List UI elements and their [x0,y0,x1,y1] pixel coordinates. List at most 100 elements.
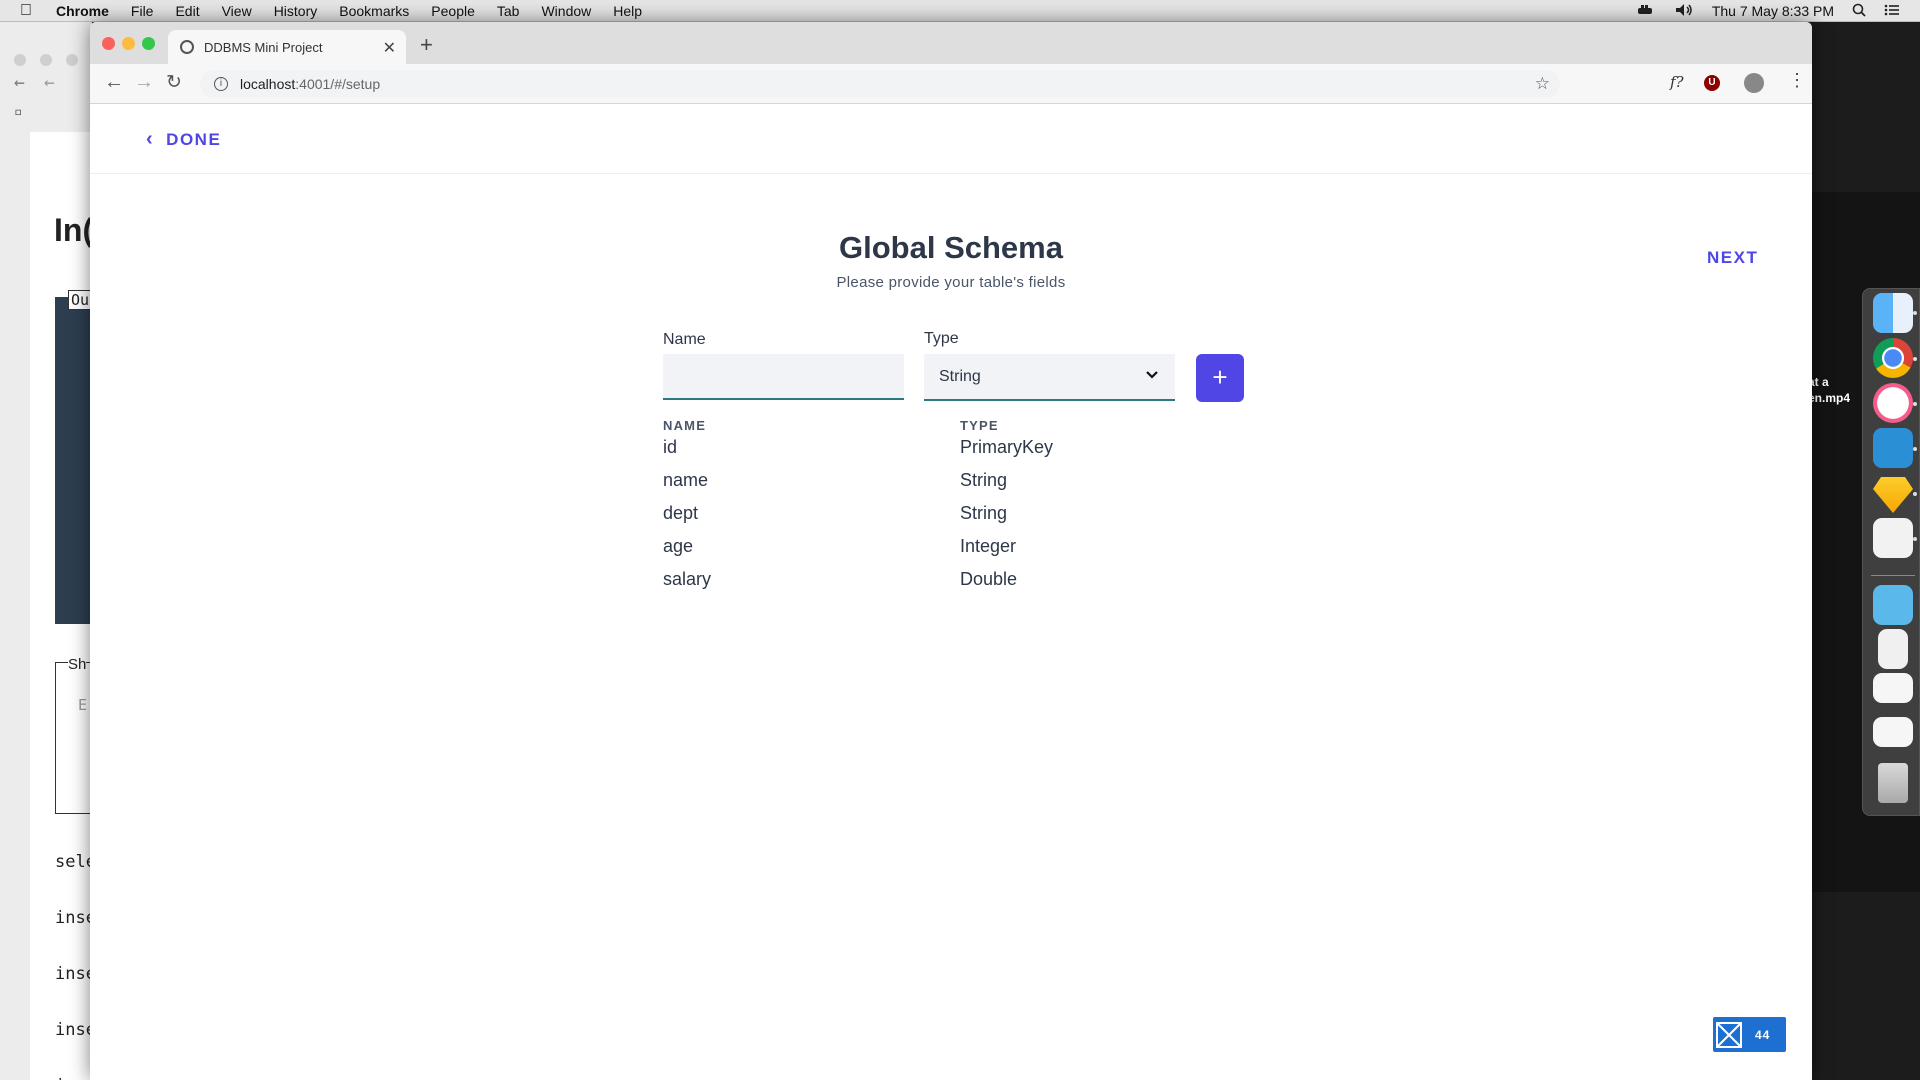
bg-window-zoom-button[interactable] [66,54,78,66]
trash-icon[interactable] [1878,763,1908,803]
type-select[interactable]: String [924,354,1175,401]
column-header-name: NAME [663,418,707,433]
menubar-clock[interactable]: Thu 7 May 8:33 PM [1712,3,1834,19]
new-tab-button[interactable]: + [420,32,433,58]
table-row: salary Double [663,569,1163,602]
menu-help[interactable]: Help [613,3,642,19]
tab-active[interactable]: DDBMS Mini Project ✕ [168,30,406,64]
badge-count: 44 [1755,1027,1771,1042]
zoom-window-button[interactable] [142,37,155,50]
menu-people[interactable]: People [431,3,475,19]
menu-history[interactable]: History [274,3,318,19]
field-name-cell: name [663,470,709,490]
table-row: name String [663,470,1163,503]
sketch-icon[interactable] [1873,477,1913,513]
field-type-cell: String [960,470,1008,490]
field-type-cell: Integer [960,536,1017,556]
field-type-cell: Double [960,569,1018,589]
column-header-type: TYPE [960,418,999,433]
apple-menu-icon[interactable]:  [20,2,38,20]
vscode-icon[interactable] [1873,428,1913,468]
field-name-cell: id [663,437,678,457]
desktop-file-label[interactable]: at a en.mp4 [1808,374,1850,406]
tab-title: DDBMS Mini Project [204,39,323,55]
running-indicator [1913,357,1917,361]
menu-window[interactable]: Window [541,3,591,19]
favicon-icon [180,40,194,54]
chevron-left-icon: ‹ [146,128,155,150]
spotlight-search-icon[interactable] [1852,3,1866,20]
running-indicator [1913,402,1917,406]
running-indicator [1913,537,1917,541]
bg-box-label-output: Ou [68,290,93,310]
menu-bookmarks[interactable]: Bookmarks [339,3,409,19]
menu-app-name[interactable]: Chrome [56,3,109,19]
type-field-label: Type [924,330,959,347]
reload-icon[interactable]: ↻ [166,71,182,94]
finder-icon[interactable] [1873,293,1913,333]
dock-separator [1871,575,1915,576]
chrome-icon[interactable] [1873,338,1913,378]
table-row: age Integer [663,536,1163,569]
url-host: localhost [240,76,296,92]
badge-logo-icon [1713,1017,1745,1052]
ublock-extension-icon[interactable]: U [1704,75,1720,91]
field-name-cell: dept [663,503,699,523]
name-input[interactable] [663,354,904,400]
forward-arrow-icon[interactable]: → [134,71,154,94]
bookmark-star-icon[interactable]: ☆ [1535,74,1550,94]
running-indicator [1913,311,1917,315]
field-name-cell: age [663,536,694,556]
macos-menu-bar:  Chrome File Edit View History Bookmark… [0,0,1920,22]
done-button[interactable]: ‹ DONE [146,128,221,151]
tab-close-icon[interactable]: ✕ [383,38,396,58]
page-subtitle: Please provide your table's fields [836,274,1066,291]
field-type-cell: String [960,503,1008,523]
sketch-file-icon[interactable] [1873,673,1913,703]
bg-box [55,662,95,814]
background-chrome-window: ← ← ▫ In( Ou Sh E sele inse inse inse in… [0,22,96,1080]
menu-file[interactable]: File [131,3,154,19]
field-type-cell: PrimaryKey [960,437,1054,457]
bg-back-arrow-icon[interactable]: ← [14,72,25,93]
bg-box-placeholder: E [78,696,88,714]
minimize-window-button[interactable] [122,37,135,50]
itunes-icon[interactable] [1873,383,1913,423]
url-path: :4001/#/setup [295,76,381,92]
menu-view[interactable]: View [222,3,252,19]
formula-extension-icon[interactable]: f? [1670,73,1684,91]
running-indicator [1913,492,1917,496]
menubar-status-area: Thu 7 May 8:33 PM [1636,0,1900,22]
bg-window-minimize-button[interactable] [40,54,52,66]
document-stack-icon[interactable] [1878,629,1908,669]
docker-icon[interactable] [1636,3,1656,20]
add-field-button[interactable]: + [1196,354,1244,402]
address-bar[interactable]: i localhost :4001/#/setup ☆ [200,70,1560,98]
page-header: ‹ DONE [90,104,1812,174]
name-field-label: Name [663,331,706,348]
downloads-folder-icon[interactable] [1873,585,1913,625]
back-arrow-icon[interactable]: ← [104,71,124,94]
chrome-menu-icon[interactable]: ⋮ [1788,70,1806,91]
sketch-file-icon[interactable] [1873,717,1913,747]
desktop-file-label-line2: en.mp4 [1808,391,1851,405]
table-row: dept String [663,503,1163,536]
menu-edit[interactable]: Edit [175,3,199,19]
profile-avatar-icon[interactable] [1744,73,1764,93]
overlay-badge[interactable]: 44 [1713,1017,1786,1052]
running-indicator [1913,447,1917,451]
chevron-down-icon [1145,367,1159,383]
bg-window-close-button[interactable] [14,54,26,66]
page-title: Global Schema [839,230,1063,265]
type-select-value: String [939,367,981,385]
tab-strip: DDBMS Mini Project ✕ + [90,22,1812,64]
bg-forward-arrow-icon[interactable]: ← [44,72,55,93]
desktop-file-label-line1: at a [1808,375,1829,389]
close-window-button[interactable] [102,37,115,50]
notification-center-icon[interactable] [1884,3,1900,20]
textedit-icon[interactable] [1873,518,1913,558]
menu-tab[interactable]: Tab [497,3,520,19]
next-button[interactable]: NEXT [1707,248,1758,268]
volume-icon[interactable] [1674,3,1694,20]
site-info-icon[interactable]: i [214,77,228,91]
